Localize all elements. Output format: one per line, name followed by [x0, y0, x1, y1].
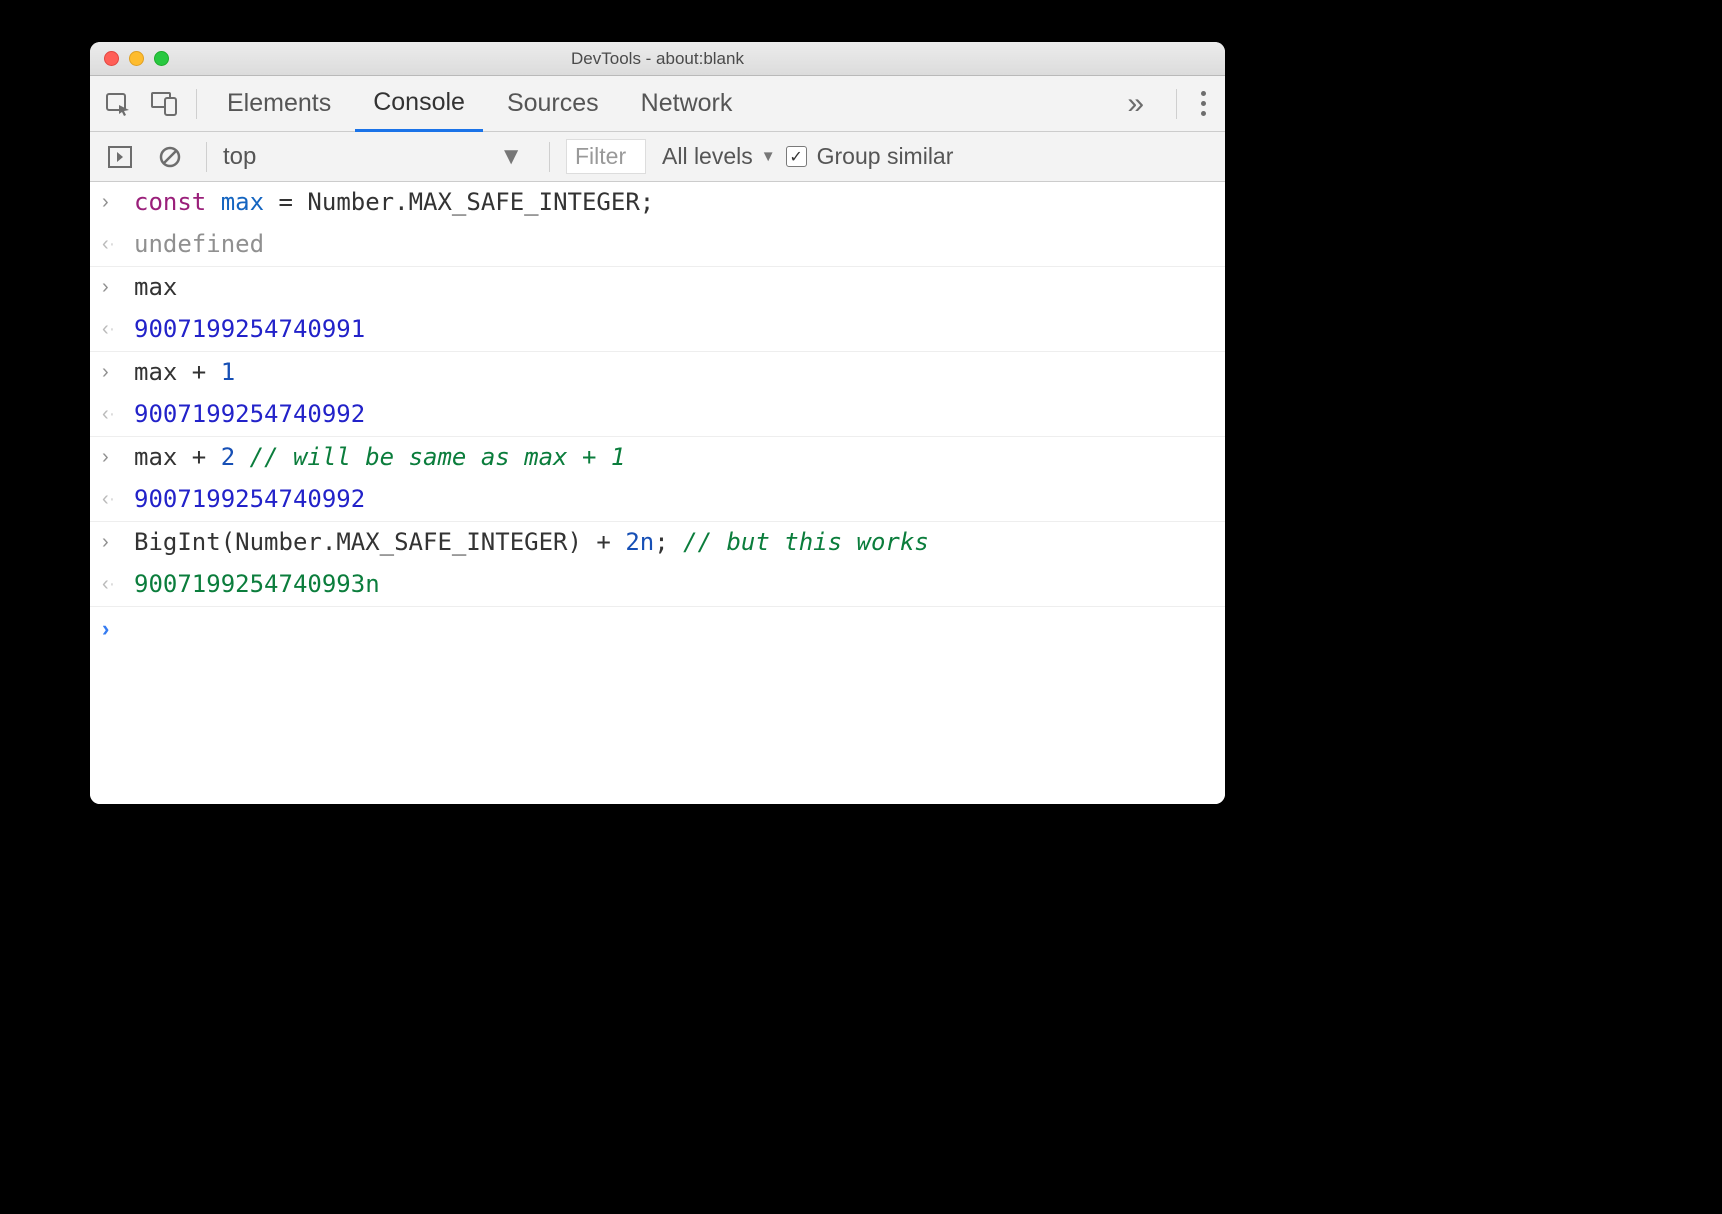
console-output-line: ‹· 9007199254740991 — [90, 309, 1225, 352]
devtools-window: DevTools - about:blank Elements Console … — [90, 42, 1225, 804]
divider — [196, 89, 197, 119]
output-chevron-icon: ‹· — [102, 400, 120, 426]
tab-network[interactable]: Network — [623, 76, 751, 131]
console-output-line: ‹· 9007199254740993n — [90, 564, 1225, 607]
input-chevron-icon: › — [102, 358, 120, 384]
filter-input[interactable]: Filter — [566, 139, 646, 174]
console-output[interactable]: › const max = Number.MAX_SAFE_INTEGER; ‹· u… — [90, 182, 1225, 804]
console-input-line: › BigInt(Number.MAX_SAFE_INTEGER) + 2n; /… — [90, 522, 1225, 564]
log-level-label: All levels — [662, 143, 753, 170]
context-label: top — [223, 143, 256, 171]
code: const max = Number.MAX_SAFE_INTEGER; — [134, 188, 654, 216]
traffic-lights — [90, 51, 169, 66]
code: undefined — [134, 230, 264, 258]
maximize-window-button[interactable] — [154, 51, 169, 66]
code: 9007199254740993n — [134, 570, 380, 598]
device-toolbar-icon[interactable] — [144, 84, 184, 124]
dropdown-arrow-icon: ▼ — [499, 143, 523, 171]
console-prompt[interactable]: › — [90, 607, 1225, 650]
console-toolbar: top ▼ Filter All levels ▼ ✓ Group simila… — [90, 132, 1225, 182]
prompt-chevron-icon: › — [102, 613, 120, 642]
input-chevron-icon: › — [102, 188, 120, 214]
code: max + 2 // will be same as max + 1 — [134, 443, 625, 471]
toggle-sidebar-icon[interactable] — [100, 137, 140, 177]
group-similar-label: Group similar — [817, 143, 954, 170]
log-level-selector[interactable]: All levels ▼ — [656, 143, 776, 170]
console-input-line: › max + 2 // will be same as max + 1 — [90, 437, 1225, 479]
tabs-overflow-icon[interactable]: » — [1107, 87, 1164, 121]
group-similar-checkbox[interactable]: ✓ — [786, 146, 807, 167]
divider — [1176, 89, 1177, 119]
console-output-line: ‹· 9007199254740992 — [90, 394, 1225, 437]
inspect-element-icon[interactable] — [98, 84, 138, 124]
devtools-tabs: Elements Console Sources Network » — [90, 76, 1225, 132]
divider — [549, 142, 550, 172]
input-chevron-icon: › — [102, 273, 120, 299]
titlebar: DevTools - about:blank — [90, 42, 1225, 76]
output-chevron-icon: ‹· — [102, 315, 120, 341]
input-chevron-icon: › — [102, 443, 120, 469]
code: max — [134, 273, 177, 301]
close-window-button[interactable] — [104, 51, 119, 66]
code: BigInt(Number.MAX_SAFE_INTEGER) + 2n; //… — [134, 528, 929, 556]
minimize-window-button[interactable] — [129, 51, 144, 66]
window-title: DevTools - about:blank — [90, 49, 1225, 69]
output-chevron-icon: ‹· — [102, 570, 120, 596]
divider — [206, 142, 207, 172]
output-chevron-icon: ‹· — [102, 485, 120, 511]
code: 9007199254740992 — [134, 400, 365, 428]
tab-console[interactable]: Console — [355, 77, 483, 132]
console-output-line: ‹· undefined — [90, 224, 1225, 267]
tab-elements[interactable]: Elements — [209, 76, 349, 131]
context-selector[interactable]: top ▼ — [223, 143, 533, 171]
settings-menu-icon[interactable] — [1189, 91, 1217, 116]
output-chevron-icon: ‹· — [102, 230, 120, 256]
clear-console-icon[interactable] — [150, 137, 190, 177]
code: 9007199254740991 — [134, 315, 365, 343]
console-input-line: › max — [90, 267, 1225, 309]
console-input-line: › const max = Number.MAX_SAFE_INTEGER; — [90, 182, 1225, 224]
prompt-input[interactable] — [134, 613, 148, 641]
input-chevron-icon: › — [102, 528, 120, 554]
console-output-line: ‹· 9007199254740992 — [90, 479, 1225, 522]
dropdown-arrow-icon: ▼ — [761, 148, 776, 165]
tab-sources[interactable]: Sources — [489, 76, 617, 131]
console-input-line: › max + 1 — [90, 352, 1225, 394]
code: 9007199254740992 — [134, 485, 365, 513]
code: max + 1 — [134, 358, 235, 386]
